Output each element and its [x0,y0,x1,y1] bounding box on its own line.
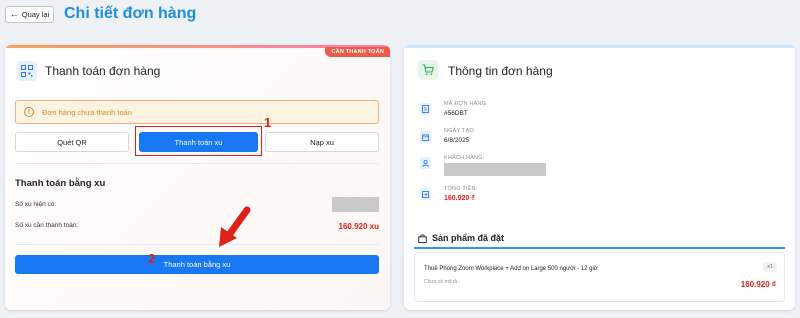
annotation-arrow-icon [219,206,251,247]
coin-section-title: Thanh toán bằng xu [15,178,106,189]
total-value: 160.920 ₫ [444,195,475,202]
total-label: TỔNG TIỀN: [444,186,478,192]
products-title: Sản phẩm đã đặt [432,233,505,243]
user-icon [420,157,431,169]
divider [15,163,379,164]
tab-topup[interactable]: Nạp xu [265,132,379,152]
quantity-badge: x1 [763,262,777,272]
order-code-value: #56DBT [444,110,468,117]
balance-value-redacted [332,197,379,212]
order-card-accent [404,45,795,48]
top-bar: ← Quay lại Chi tiết đơn hàng [0,0,800,34]
product-description: Chưa có mô tả [424,279,458,285]
annotation-marker-2: 2 [148,251,156,266]
order-code-label: MÃ ĐƠN HÀNG: [444,101,488,107]
bag-icon [418,233,427,243]
customer-value-redacted [444,163,546,176]
unpaid-alert: ! Đơn hàng chưa thanh toán [15,100,379,124]
required-label: Số xu cần thanh toán: [15,222,79,229]
customer-label: KHÁCH HÀNG: [444,155,485,161]
status-badge: CẦN THANH TOÁN [325,47,390,57]
product-name: Thuê Phòng Zoom Workplace + Add on Large… [424,266,598,272]
list-item[interactable]: Thuê Phòng Zoom Workplace + Add on Large… [414,252,785,302]
alert-text: Đơn hàng chưa thanh toán [42,107,133,117]
back-button-label: Quay lại [21,10,50,19]
products-divider [414,247,785,249]
back-button[interactable]: ← Quay lại [5,6,54,23]
calendar-icon [420,131,431,143]
payment-card: CẦN THANH TOÁN Thanh toán đơn hàng ! Đơn… [5,45,390,310]
clock-icon: ! [24,107,34,117]
required-value: 160.920 xu [338,222,379,231]
products-header: Sản phẩm đã đặt [418,233,504,243]
annotation-highlight-tab [135,126,262,156]
created-label: NGÀY TẠO: [444,128,476,134]
payment-title: Thanh toán đơn hàng [45,64,161,78]
qr-code-icon [17,61,37,81]
created-value: 6/8/2025 [444,137,470,144]
product-price: 160.920 ₫ [740,280,776,289]
document-icon [420,103,431,115]
tab-qr[interactable]: Quét QR [15,132,129,152]
cart-icon [418,60,438,80]
order-info-card: Thông tin đơn hàng MÃ ĐƠN HÀNG: #56DBT N… [404,45,795,310]
page-title: Chi tiết đơn hàng [64,5,197,22]
pay-with-coins-button[interactable]: Thanh toán bằng xu [15,255,379,274]
balance-label: Số xu hiện có: [15,201,57,208]
order-info-title: Thông tin đơn hàng [448,64,553,78]
annotation-marker-1: 1 [264,115,272,130]
arrow-left-icon: ← [9,9,19,19]
divider [15,244,379,245]
receipt-icon [420,188,431,200]
